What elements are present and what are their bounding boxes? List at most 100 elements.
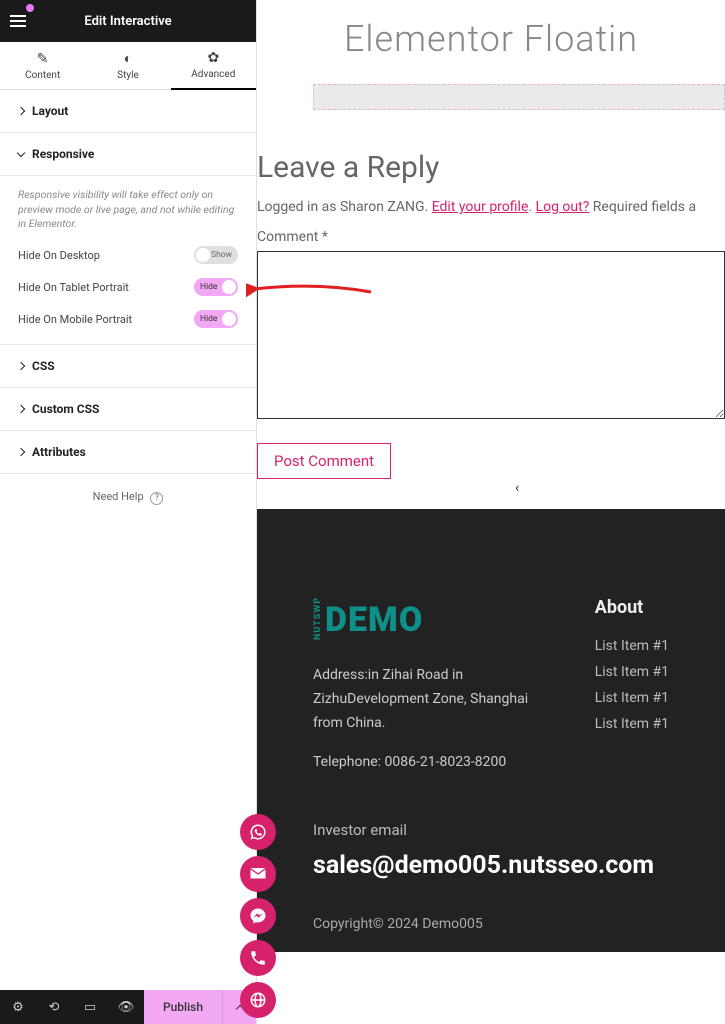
tabs: ✎ Content ◐ Style ✿ Advanced — [0, 42, 256, 90]
panel-body: Layout Responsive Responsive visibility … — [0, 90, 256, 990]
section-label: CSS — [32, 359, 55, 373]
toggle-text: Hide — [200, 314, 217, 324]
section-label: Attributes — [32, 445, 86, 459]
edit-profile-link[interactable]: Edit your profile — [432, 199, 529, 215]
panel-title: Edit Interactive — [36, 14, 256, 29]
publish-button[interactable]: Publish — [144, 990, 222, 1024]
about-heading: About — [595, 597, 669, 618]
globe-button[interactable] — [240, 982, 276, 1018]
preview-area: Elementor Floatin Leave a Reply Logged i… — [257, 0, 725, 1024]
editor-panel: Edit Interactive ✎ Content ◐ Style ✿ Adv… — [0, 0, 257, 1024]
footer-columns: NUTSWP DEMO Address:in Zihai Road in Ziz… — [313, 597, 669, 791]
phone-button[interactable] — [240, 940, 276, 976]
footer-telephone: Telephone: 0086-21-8023-8200 — [313, 751, 535, 775]
list-item[interactable]: List Item #1 — [595, 638, 669, 654]
hamburger-icon — [10, 15, 26, 27]
widget-placeholder[interactable] — [313, 84, 725, 110]
notification-dot — [26, 4, 34, 12]
history-icon: ⟲ — [49, 1000, 60, 1015]
floating-chat-bar — [258, 814, 276, 1024]
logo-side-text: NUTSWP — [313, 597, 323, 640]
page-title: Elementor Floatin — [257, 0, 725, 84]
logged-text: Logged in as Sharon ZANG. — [257, 199, 432, 215]
phone-icon — [249, 949, 267, 967]
section-custom-css[interactable]: Custom CSS — [0, 388, 256, 431]
help-icon: ? — [150, 492, 163, 505]
toggle-knob — [196, 248, 210, 262]
reply-section: Leave a Reply Logged in as Sharon ZANG. … — [257, 110, 725, 479]
hide-tablet-toggle[interactable]: Hide — [194, 278, 238, 296]
chevron-right-icon — [17, 107, 25, 115]
eye-icon: 👁 — [118, 1000, 135, 1015]
tab-label: Advanced — [191, 69, 235, 80]
footer-right: About List Item #1 List Item #1 List Ite… — [595, 597, 669, 791]
list-item[interactable]: List Item #1 — [595, 716, 669, 732]
list-item[interactable]: List Item #1 — [595, 664, 669, 680]
preview-button[interactable]: 👁 — [108, 990, 144, 1024]
responsive-content: Responsive visibility will take effect o… — [0, 176, 256, 345]
hide-desktop-toggle[interactable]: Show — [194, 246, 238, 264]
footer: NUTSWP DEMO Address:in Zihai Road in Ziz… — [257, 509, 725, 952]
toggle-text: Show — [211, 250, 232, 260]
responsive-info: Responsive visibility will take effect o… — [18, 188, 238, 232]
chevron-down-icon — [17, 148, 25, 156]
section-label: Responsive — [32, 147, 94, 161]
chevron-right-icon — [17, 405, 25, 413]
responsive-button[interactable]: ▭ — [72, 990, 108, 1024]
chevron-right-icon — [17, 362, 25, 370]
chevron-right-icon — [17, 448, 25, 456]
gear-icon: ✿ — [207, 50, 219, 66]
section-responsive[interactable]: Responsive — [0, 133, 256, 176]
toggle-row-tablet: Hide On Tablet Portrait Hide — [18, 278, 238, 296]
settings-button[interactable]: ⚙ — [0, 990, 36, 1024]
section-layout[interactable]: Layout — [0, 90, 256, 133]
toggle-label: Hide On Desktop — [18, 249, 100, 262]
reply-title: Leave a Reply — [257, 150, 725, 185]
publish-label: Publish — [163, 1000, 203, 1014]
logo-main-text: DEMO — [325, 600, 423, 640]
list-item[interactable]: List Item #1 — [595, 690, 669, 706]
comment-label: Comment * — [257, 229, 725, 245]
messenger-button[interactable] — [240, 898, 276, 934]
footer-left: NUTSWP DEMO Address:in Zihai Road in Ziz… — [313, 597, 535, 791]
footer-address: Address:in Zihai Road in ZizhuDevelopmen… — [313, 664, 535, 735]
messenger-icon — [249, 907, 267, 925]
tab-label: Content — [25, 70, 60, 81]
toggle-text: Hide — [200, 282, 217, 292]
history-button[interactable]: ⟲ — [36, 990, 72, 1024]
hide-mobile-toggle[interactable]: Hide — [194, 310, 238, 328]
tab-content[interactable]: ✎ Content — [0, 42, 85, 90]
toggle-knob — [222, 280, 236, 294]
comment-textarea[interactable] — [257, 251, 725, 419]
tab-style[interactable]: ◐ Style — [85, 42, 170, 90]
toggle-row-desktop: Hide On Desktop Show — [18, 246, 238, 264]
sales-email[interactable]: sales@demo005.nutsseo.com — [313, 851, 669, 880]
post-comment-button[interactable]: Post Comment — [257, 443, 391, 479]
need-help[interactable]: Need Help ? — [0, 474, 256, 521]
footer-logo: NUTSWP DEMO — [313, 597, 535, 640]
copyright: Copyright© 2024 Demo005 — [313, 916, 669, 932]
reply-meta: Logged in as Sharon ZANG. Edit your prof… — [257, 199, 725, 215]
tab-advanced[interactable]: ✿ Advanced — [171, 42, 256, 90]
globe-icon — [249, 991, 267, 1009]
scroll-indicator[interactable]: ‹ — [515, 480, 519, 496]
devices-icon: ▭ — [84, 1000, 96, 1015]
toggle-label: Hide On Tablet Portrait — [18, 281, 129, 294]
bottom-bar: ⚙ ⟲ ▭ 👁 Publish — [0, 990, 256, 1024]
toggle-knob — [222, 312, 236, 326]
whatsapp-button[interactable] — [240, 814, 276, 850]
investor-label: Investor email — [313, 821, 669, 839]
help-label: Need Help — [93, 490, 144, 503]
section-label: Custom CSS — [32, 402, 99, 416]
pencil-icon: ✎ — [37, 51, 49, 67]
panel-header: Edit Interactive — [0, 0, 256, 42]
section-attributes[interactable]: Attributes — [0, 431, 256, 474]
section-css[interactable]: CSS — [0, 345, 256, 388]
email-button[interactable] — [240, 856, 276, 892]
envelope-icon — [249, 865, 267, 883]
logout-link[interactable]: Log out? — [536, 199, 590, 215]
required-text: Required fields a — [589, 199, 696, 215]
gear-icon: ⚙ — [12, 1000, 24, 1015]
toggle-label: Hide On Mobile Portrait — [18, 313, 132, 326]
whatsapp-icon — [249, 823, 267, 841]
